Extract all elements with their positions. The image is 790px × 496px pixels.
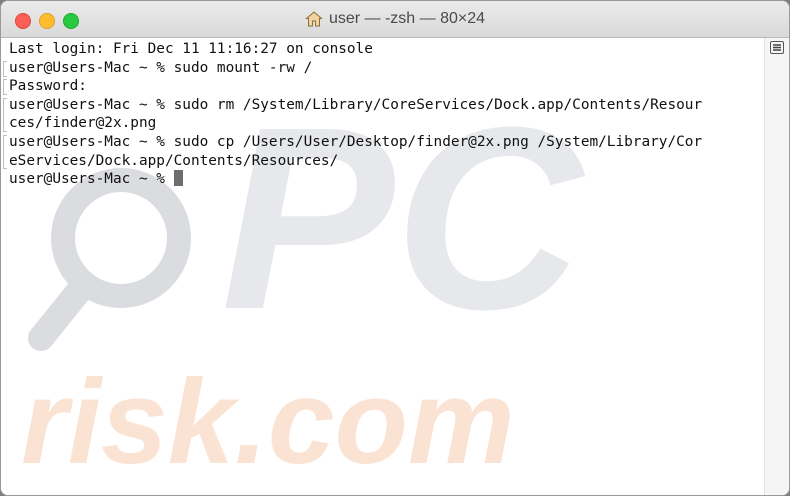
terminal-line-text: user@Users-Mac ~ % sudo mount -rw / [9, 59, 313, 76]
home-icon [305, 11, 323, 27]
terminal-line: ces/finder@2x.png [9, 115, 157, 132]
line-mark-left [3, 79, 7, 96]
terminal-output[interactable]: Last login: Fri Dec 11 11:16:27 on conso… [3, 40, 768, 189]
terminal-line: eServices/Dock.app/Contents/Resources/ [9, 152, 339, 169]
terminal-line: user@Users-Mac ~ % sudo cp /Users/User/D… [3, 133, 768, 169]
terminal-line-text: Password: [9, 78, 87, 95]
terminal-line-text: user@Users-Mac ~ % sudo cp /Users/User/D… [9, 133, 703, 150]
terminal-line: Last login: Fri Dec 11 11:16:27 on conso… [9, 41, 373, 57]
window-title-text: user — -zsh — 80×24 [328, 10, 486, 27]
line-mark-left [3, 134, 7, 169]
terminal-line: user@Users-Mac ~ % sudo mount -rw / [3, 59, 768, 78]
text-cursor [173, 170, 183, 187]
terminal-content[interactable]: PC risk.com Last login: Fri Dec 11 11:16… [1, 38, 789, 495]
line-mark-left [3, 60, 7, 77]
title-bar[interactable]: user — -zsh — 80×24 [1, 1, 789, 38]
terminal-line-text: user@Users-Mac ~ % sudo rm /System/Libra… [9, 96, 703, 113]
terminal-window: user — -zsh — 80×24 PC risk.com Last log… [0, 0, 790, 496]
watermark-risk-text: risk.com [21, 355, 515, 489]
terminal-line: Password: [3, 77, 768, 96]
line-mark-left [3, 97, 7, 132]
split-pane-icon[interactable] [770, 41, 784, 54]
watermark-magnifier-icon [51, 168, 191, 308]
terminal-prompt: user@Users-Mac ~ % [9, 171, 174, 188]
scrollbar[interactable] [764, 38, 789, 495]
terminal-prompt-line: user@Users-Mac ~ % [9, 170, 761, 189]
window-title: user — -zsh — 80×24 [1, 1, 789, 37]
terminal-line: user@Users-Mac ~ % sudo rm /System/Libra… [3, 96, 768, 132]
